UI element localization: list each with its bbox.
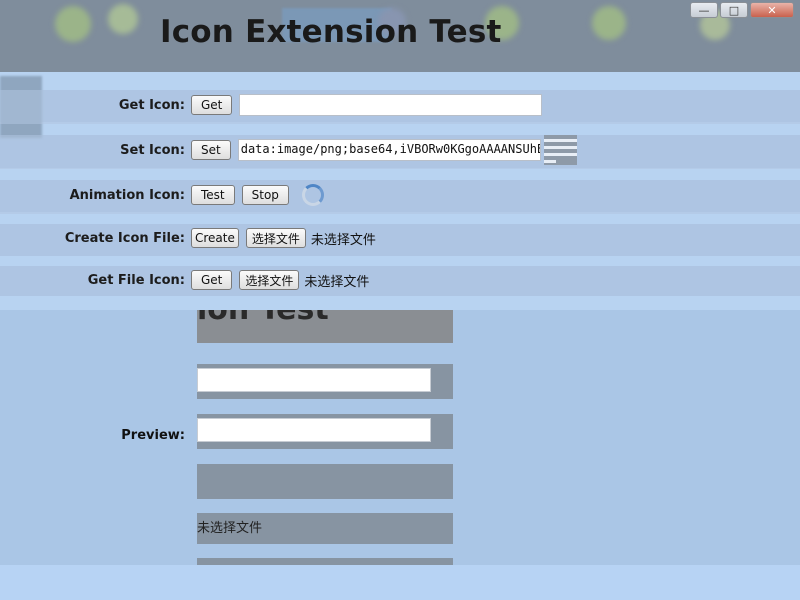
preview-input: [197, 418, 431, 442]
background-icon: [55, 6, 91, 42]
icon-thumbnail: [543, 135, 577, 165]
get-icon-output[interactable]: [239, 94, 543, 116]
set-icon-label: Set Icon:: [120, 142, 185, 158]
preview-file-fragment: 未选择文件: [197, 521, 263, 536]
status-bar: [0, 565, 800, 600]
file-status: 未选择文件: [304, 274, 370, 290]
background-icon: [592, 6, 626, 40]
get-icon-label: Get Icon:: [118, 97, 185, 113]
maximize-button[interactable]: □: [720, 2, 748, 18]
close-icon: ✕: [767, 3, 777, 17]
preview-image: ion Test 未选择文件: [197, 310, 453, 565]
set-icon-row: Set Icon: Set data:image/png;base64,iVBO…: [0, 133, 800, 167]
preview-title-fragment: ion Test: [197, 310, 329, 327]
loading-spinner-icon: [301, 184, 324, 206]
test-animation-button[interactable]: Test: [191, 185, 235, 205]
close-button[interactable]: ✕: [750, 2, 794, 18]
animation-icon-label: Animation Icon:: [69, 187, 185, 203]
choose-file-button[interactable]: 选择文件: [245, 228, 306, 248]
preview-band: [197, 558, 453, 565]
stop-animation-button[interactable]: Stop: [241, 185, 289, 205]
create-icon-file-row: Create Icon File: Create 选择文件 未选择文件: [0, 221, 800, 255]
animation-icon-row: Animation Icon: Test Stop: [0, 178, 800, 212]
file-status: 未选择文件: [310, 232, 376, 248]
preview-input: [197, 368, 431, 392]
get-icon-row: Get Icon: Get: [0, 88, 800, 122]
window-controls: — □ ✕: [690, 2, 794, 18]
maximize-icon: □: [728, 3, 740, 17]
create-icon-file-label: Create Icon File:: [64, 230, 185, 246]
get-file-icon-button[interactable]: Get: [191, 270, 233, 290]
get-icon-button[interactable]: Get: [191, 95, 233, 115]
get-file-icon-label: Get File Icon:: [87, 272, 185, 288]
background-band: [0, 296, 800, 310]
page-title: Icon Extension Test: [160, 14, 502, 50]
background-icon: [108, 4, 138, 34]
preview-band: [197, 464, 453, 499]
set-icon-input[interactable]: data:image/png;base64,iVBORw0KGgoAAAANSU…: [237, 139, 541, 161]
set-icon-button[interactable]: Set: [191, 140, 231, 160]
preview-label: Preview:: [121, 428, 185, 443]
minimize-button[interactable]: —: [690, 2, 718, 18]
minimize-icon: —: [698, 3, 710, 17]
create-icon-file-button[interactable]: Create: [191, 228, 239, 248]
choose-file-button[interactable]: 选择文件: [239, 270, 300, 290]
get-file-icon-row: Get File Icon: Get 选择文件 未选择文件: [0, 263, 800, 297]
